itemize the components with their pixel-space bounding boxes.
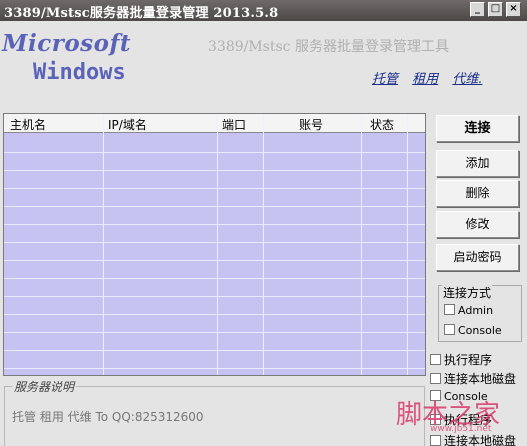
link-maintain[interactable]: 代维. bbox=[452, 72, 482, 87]
minimize-button[interactable]: _ bbox=[470, 2, 485, 17]
checkbox-icon bbox=[444, 304, 455, 315]
window-title: 3389/Mstsc服务器批量登录管理 2013.5.8 bbox=[4, 6, 279, 21]
row-divider bbox=[4, 260, 425, 261]
column-status[interactable]: 状态 bbox=[370, 116, 394, 133]
start-password-button[interactable]: 启动密码 bbox=[436, 244, 519, 271]
app-subtitle: 3389/Mstsc 服务器批量登录管理工具 bbox=[208, 39, 449, 55]
column-account[interactable]: 账号 bbox=[299, 116, 323, 133]
add-button[interactable]: 添加 bbox=[436, 150, 519, 177]
title-bar[interactable]: 3389/Mstsc服务器批量登录管理 2013.5.8 _ □ × bbox=[0, 0, 527, 21]
logo-microsoft: Microsoft bbox=[2, 30, 131, 57]
watermark-url: www.jb51.net bbox=[430, 424, 492, 434]
console-label: Console bbox=[458, 324, 502, 337]
row-divider bbox=[4, 224, 425, 225]
row-divider bbox=[4, 350, 425, 351]
column-divider bbox=[361, 114, 362, 375]
column-hostname[interactable]: 主机名 bbox=[10, 116, 46, 133]
server-table[interactable]: 主机名 IP/域名 端口 账号 状态 bbox=[3, 113, 426, 376]
row-divider bbox=[4, 296, 425, 297]
column-ip[interactable]: IP/域名 bbox=[108, 116, 147, 133]
column-divider bbox=[263, 114, 264, 375]
row-divider bbox=[4, 278, 425, 279]
link-rent[interactable]: 租用 bbox=[412, 72, 438, 87]
checkbox-icon bbox=[430, 373, 441, 384]
row-divider bbox=[4, 332, 425, 333]
row-divider bbox=[4, 188, 425, 189]
connection-mode-title: 连接方式 bbox=[442, 284, 493, 301]
row-divider bbox=[4, 368, 425, 369]
console-checkbox[interactable]: Console bbox=[444, 324, 502, 337]
connect-local-disk-label: 连接本地磁盘 bbox=[444, 372, 517, 386]
row-divider bbox=[4, 242, 425, 243]
admin-checkbox[interactable]: Admin bbox=[444, 304, 493, 317]
close-button[interactable]: × bbox=[506, 2, 521, 17]
column-port[interactable]: 端口 bbox=[222, 116, 246, 133]
logo-windows: Windows bbox=[33, 60, 126, 85]
checkbox-icon bbox=[430, 354, 441, 365]
connect-local-disk-label-2: 连接本地磁盘 bbox=[444, 434, 517, 446]
server-description-title: 服务器说明 bbox=[12, 378, 77, 395]
server-description-text: 托管 租用 代维 To QQ:825312600 bbox=[12, 410, 204, 424]
delete-button[interactable]: 删除 bbox=[436, 180, 519, 207]
column-divider bbox=[407, 114, 408, 375]
connect-button[interactable]: 连接 bbox=[436, 115, 519, 142]
column-divider bbox=[103, 114, 104, 375]
column-divider bbox=[217, 114, 218, 375]
connect-local-disk-checkbox[interactable]: 连接本地磁盘 bbox=[430, 370, 516, 387]
row-divider bbox=[4, 152, 425, 153]
run-program-label: 执行程序 bbox=[444, 353, 493, 367]
row-divider bbox=[4, 314, 425, 315]
checkbox-icon bbox=[444, 324, 455, 335]
maximize-button[interactable]: □ bbox=[488, 2, 503, 17]
link-hosting[interactable]: 托管 bbox=[372, 72, 398, 87]
edit-button[interactable]: 修改 bbox=[436, 211, 519, 238]
run-program-checkbox[interactable]: 执行程序 bbox=[430, 351, 492, 368]
header-links: 托管 租用 代维. bbox=[372, 68, 492, 87]
row-divider bbox=[4, 170, 425, 171]
connect-local-disk-checkbox-2[interactable]: 连接本地磁盘 bbox=[430, 432, 516, 446]
checkbox-icon bbox=[430, 435, 441, 446]
app-window: 3389/Mstsc服务器批量登录管理 2013.5.8 _ □ × Micro… bbox=[0, 0, 527, 446]
row-divider bbox=[4, 206, 425, 207]
admin-label: Admin bbox=[458, 304, 494, 317]
